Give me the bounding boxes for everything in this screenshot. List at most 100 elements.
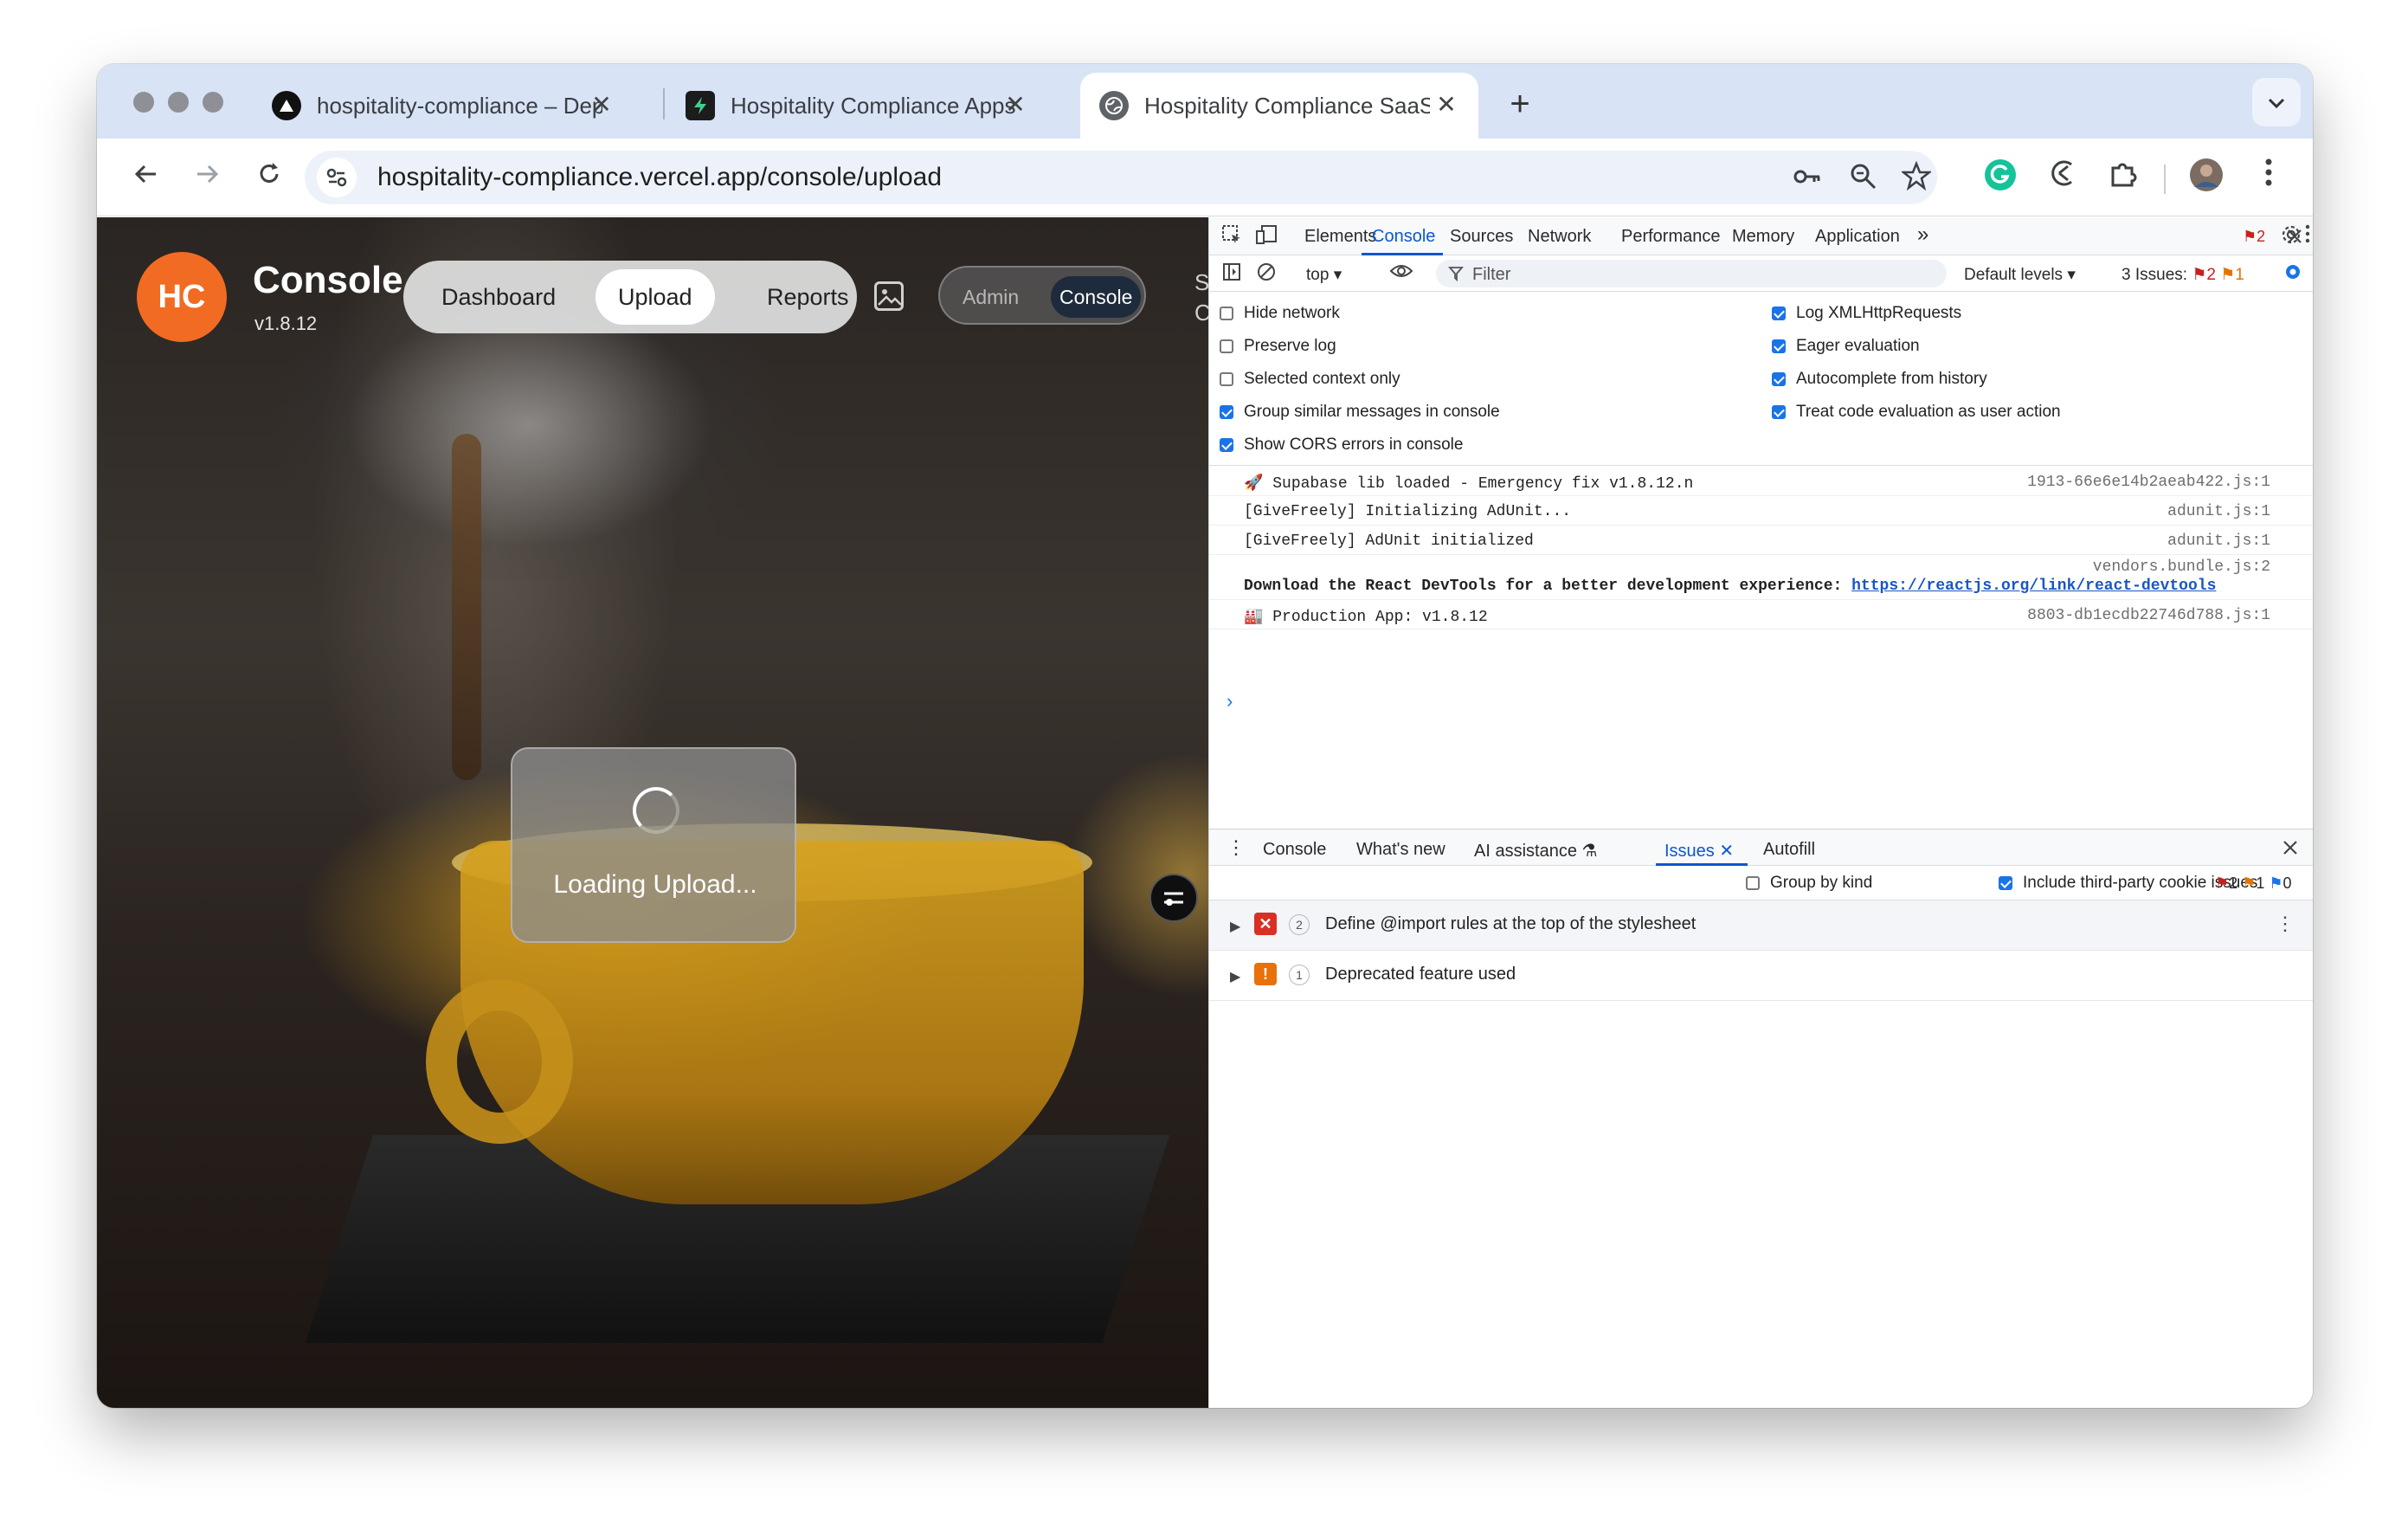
close-devtools-button[interactable]	[2282, 219, 2308, 254]
checkbox[interactable]	[1772, 405, 1786, 419]
close-tab-icon[interactable]: ✕	[1433, 92, 1459, 118]
issue-row[interactable]: ▶ ! 1 Deprecated feature used	[1209, 951, 2313, 1001]
console-prompt-icon[interactable]: ›	[1227, 690, 1233, 713]
close-drawer-button[interactable]	[2279, 836, 2302, 859]
close-tab-icon[interactable]: ✕	[589, 92, 615, 118]
tab-vercel[interactable]: hospitality-compliance – Dep ✕	[253, 73, 634, 139]
reload-button[interactable]	[249, 158, 289, 197]
close-tab-icon[interactable]: ✕	[1002, 92, 1028, 118]
inspect-element-icon[interactable]	[1220, 224, 1244, 248]
tab-network[interactable]: Network	[1528, 227, 1591, 247]
drawer-tab-issues[interactable]: Issues ✕	[1664, 840, 1734, 862]
address-bar[interactable]: hospitality-compliance.vercel.app/consol…	[305, 151, 1937, 204]
drawer-tab-ai-assistance[interactable]: AI assistance ⚗	[1474, 840, 1597, 862]
drawer-tab-whats-new[interactable]: What's new	[1356, 840, 1445, 860]
issue-menu-icon[interactable]: ⋮	[2276, 913, 2295, 935]
tab-elements[interactable]: Elements	[1304, 227, 1376, 247]
clear-console-icon[interactable]	[1254, 261, 1278, 286]
browser-menu-icon[interactable]	[2249, 158, 2289, 197]
setting-hide-network[interactable]: Hide network	[1220, 302, 1340, 325]
truncated-text: S C	[1194, 269, 1208, 326]
issues-summary[interactable]: 3 Issues: ⚑2 ⚑1	[2121, 265, 2244, 285]
setting-cors-errors[interactable]: Show CORS errors in console	[1220, 434, 1463, 456]
mode-admin[interactable]: Admin	[954, 276, 1027, 318]
checkbox[interactable]	[1746, 876, 1760, 890]
setting-autocomplete[interactable]: Autocomplete from history	[1772, 368, 1987, 390]
tab-performance[interactable]: Performance	[1621, 227, 1721, 247]
bookmark-star-icon[interactable]	[1899, 160, 1934, 196]
live-expression-eye-icon[interactable]	[1389, 261, 1413, 286]
extension-c-icon[interactable]	[2043, 158, 2083, 197]
context-selector[interactable]: top ▾	[1306, 265, 1342, 285]
tab-hospitality-saas[interactable]: Hospitality Compliance SaaS ✕	[1080, 73, 1478, 139]
nav-dashboard[interactable]: Dashboard	[419, 269, 578, 325]
error-count-badge[interactable]: ⚑2	[2243, 228, 2265, 246]
profile-avatar[interactable]	[2186, 158, 2226, 197]
toolbar-divider	[2164, 165, 2166, 194]
tab-memory[interactable]: Memory	[1732, 227, 1794, 247]
console-input[interactable]	[1244, 681, 2282, 716]
tab-supabase[interactable]: Hospitality Compliance Apps ✕	[666, 73, 1047, 139]
setting-group-similar[interactable]: Group similar messages in console	[1220, 401, 1500, 423]
drawer-tab-console[interactable]: Console	[1263, 840, 1326, 860]
new-tab-button[interactable]: +	[1501, 85, 1539, 123]
tab-sources[interactable]: Sources	[1450, 227, 1513, 247]
log-source-link[interactable]: adunit.js:1	[2167, 503, 2270, 520]
maximize-window-button[interactable]	[203, 92, 223, 113]
floating-settings-button[interactable]	[1149, 874, 1198, 922]
checkbox[interactable]	[1220, 372, 1233, 386]
nav-upload[interactable]: Upload	[596, 269, 715, 325]
truncated-text-s: S	[1194, 269, 1208, 295]
issue-row[interactable]: ▶ ✕ 2 Define @import rules at the top of…	[1209, 900, 2313, 951]
site-info-icon[interactable]	[317, 158, 357, 197]
react-devtools-link[interactable]: https://reactjs.org/link/react-devtools	[1851, 578, 2216, 595]
log-message: Download the React DevTools for a better…	[1244, 578, 2216, 595]
console-filter-input[interactable]: Filter	[1436, 260, 1947, 287]
log-source-link[interactable]: 1913-66e6e14b2aeab422.js:1	[2027, 474, 2270, 491]
close-window-button[interactable]	[133, 92, 154, 113]
checkbox[interactable]	[1220, 307, 1233, 320]
setting-preserve-log[interactable]: Preserve log	[1220, 335, 1336, 358]
setting-log-xhr[interactable]: Log XMLHttpRequests	[1772, 302, 1961, 325]
checkbox[interactable]	[1220, 438, 1233, 452]
minimize-window-button[interactable]	[168, 92, 189, 113]
group-by-kind-toggle[interactable]: Group by kind	[1746, 872, 1872, 894]
background-cup-handle	[426, 979, 573, 1144]
console-settings-gear-icon[interactable]	[2281, 261, 2305, 286]
back-button[interactable]	[126, 158, 166, 197]
log-source-link[interactable]: adunit.js:1	[2167, 532, 2270, 550]
checkbox[interactable]	[1772, 339, 1786, 353]
checkbox[interactable]	[1772, 307, 1786, 320]
app-logo[interactable]: HC	[137, 252, 227, 342]
device-toolbar-icon[interactable]	[1254, 224, 1278, 248]
checkbox[interactable]	[1999, 876, 2012, 890]
expand-caret-icon[interactable]: ▶	[1230, 968, 1240, 985]
log-levels-dropdown[interactable]: Default levels ▾	[1964, 265, 2076, 285]
tab-application[interactable]: Application	[1815, 227, 1900, 247]
nav-reports[interactable]: Reports	[744, 269, 872, 325]
mode-console[interactable]: Console	[1051, 276, 1142, 318]
setting-treat-user-action[interactable]: Treat code evaluation as user action	[1772, 401, 2061, 423]
forward-button[interactable]	[187, 158, 227, 197]
log-source-link[interactable]: vendors.bundle.js:2	[2093, 558, 2270, 576]
grammarly-icon[interactable]	[1980, 158, 2020, 197]
drawer-tab-autofill[interactable]: Autofill	[1763, 840, 1815, 860]
checkbox[interactable]	[1220, 405, 1233, 419]
more-tabs-icon[interactable]: »	[1917, 223, 1928, 247]
key-icon[interactable]	[1790, 161, 1825, 196]
sidebar-toggle-icon[interactable]	[1220, 261, 1244, 286]
setting-selected-context[interactable]: Selected context only	[1220, 368, 1400, 390]
error-flag-icon: ⚑	[2215, 874, 2230, 892]
zoom-icon[interactable]	[1845, 161, 1880, 196]
extensions-puzzle-icon[interactable]	[2103, 158, 2143, 197]
log-message-text: Download the React DevTools for a better…	[1244, 578, 1852, 595]
expand-caret-icon[interactable]: ▶	[1230, 918, 1240, 935]
tab-console[interactable]: Console	[1372, 227, 1435, 247]
drawer-menu-icon[interactable]: ⋮	[1227, 836, 1246, 859]
tab-search-button[interactable]	[2252, 78, 2301, 126]
checkbox[interactable]	[1220, 339, 1233, 353]
image-icon[interactable]	[874, 281, 904, 311]
setting-eager-eval[interactable]: Eager evaluation	[1772, 335, 1920, 358]
checkbox[interactable]	[1772, 372, 1786, 386]
log-source-link[interactable]: 8803-db1ecdb22746d788.js:1	[2027, 607, 2270, 624]
